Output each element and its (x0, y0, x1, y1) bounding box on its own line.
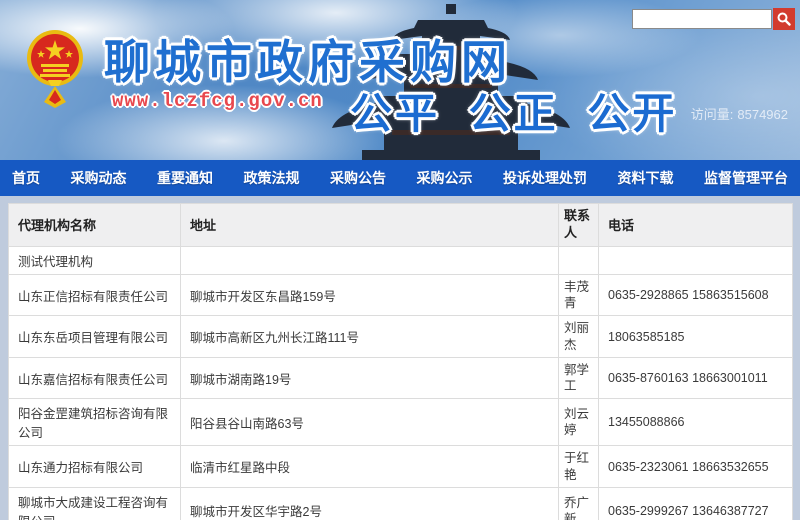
nav-item-important-notices[interactable]: 重要通知 (155, 168, 215, 188)
phone-cell: 0635-8760163 18663001011 (599, 357, 793, 399)
address-cell: 聊城市高新区九州长江路111号 (181, 316, 559, 358)
contact-cell (559, 246, 599, 274)
site-slogan: 公平 公正 公开 (350, 80, 677, 141)
nav-item-complaints[interactable]: 投诉处理处罚 (501, 168, 589, 188)
national-emblem-icon (26, 28, 84, 108)
address-cell: 聊城市开发区东昌路159号 (181, 274, 559, 316)
agency-name-cell: 山东正信招标有限责任公司 (9, 274, 181, 316)
contact-cell: 于红艳 (559, 446, 599, 488)
address-cell: 聊城市开发区华宇路2号 (181, 487, 559, 520)
nav-item-announcements[interactable]: 采购公告 (328, 168, 388, 188)
phone-cell: 0635-2999267 13646387727 (599, 487, 793, 520)
agency-name-cell: 山东通力招标有限公司 (9, 446, 181, 488)
site-url: www.lczfcg.gov.cn (112, 90, 323, 112)
table-row: 山东通力招标有限公司 临清市红星路中段 于红艳 0635-2323061 186… (9, 446, 793, 488)
contact-cell: 刘丽杰 (559, 316, 599, 358)
table-header-row: 代理机构名称 地址 联系人 电话 (9, 204, 793, 247)
visit-label: 访问量: (691, 107, 734, 122)
nav-item-supervision-platform[interactable]: 监督管理平台 (702, 168, 790, 188)
agency-table: 代理机构名称 地址 联系人 电话 测试代理机构 山东正信招标有限责任公司 聊城市… (8, 203, 793, 520)
table-row: 测试代理机构 (9, 246, 793, 274)
table-row: 聊城市大成建设工程咨询有限公司 聊城市开发区华宇路2号 乔广新 0635-299… (9, 487, 793, 520)
address-cell: 临清市红星路中段 (181, 446, 559, 488)
nav-item-downloads[interactable]: 资料下载 (616, 168, 676, 188)
contact-cell: 乔广新 (559, 487, 599, 520)
search-box (632, 8, 795, 30)
column-header-phone: 电话 (599, 204, 793, 247)
agency-name-cell: 测试代理机构 (9, 246, 181, 274)
column-header-contact: 联系人 (559, 204, 599, 247)
page: 聊城市政府采购网 www.lczfcg.gov.cn 公平 公正 公开 访问量:… (0, 0, 800, 520)
search-input[interactable] (632, 9, 772, 29)
table-row: 山东正信招标有限责任公司 聊城市开发区东昌路159号 丰茂青 0635-2928… (9, 274, 793, 316)
nav-item-procurement-news[interactable]: 采购动态 (69, 168, 129, 188)
phone-cell: 18063585185 (599, 316, 793, 358)
site-banner: 聊城市政府采购网 www.lczfcg.gov.cn 公平 公正 公开 访问量:… (0, 0, 800, 160)
nav-item-home[interactable]: 首页 (10, 168, 42, 188)
agency-name-cell: 山东东岳项目管理有限公司 (9, 316, 181, 358)
contact-cell: 丰茂青 (559, 274, 599, 316)
contact-cell: 刘云婷 (559, 399, 599, 446)
address-cell: 聊城市湖南路19号 (181, 357, 559, 399)
contact-cell: 郭学工 (559, 357, 599, 399)
table-row: 山东东岳项目管理有限公司 聊城市高新区九州长江路111号 刘丽杰 1806358… (9, 316, 793, 358)
address-cell (181, 246, 559, 274)
visit-counter: 访问量:8574962 (691, 104, 788, 123)
search-icon (777, 12, 791, 26)
nav-item-publicity[interactable]: 采购公示 (415, 168, 475, 188)
column-header-agency-name: 代理机构名称 (9, 204, 181, 247)
phone-cell: 13455088866 (599, 399, 793, 446)
content-area: 代理机构名称 地址 联系人 电话 测试代理机构 山东正信招标有限责任公司 聊城市… (0, 196, 800, 520)
address-cell: 阳谷县谷山南路63号 (181, 399, 559, 446)
main-nav: 首页 采购动态 重要通知 政策法规 采购公告 采购公示 投诉处理处罚 资料下载 … (0, 160, 800, 196)
visit-count: 8574962 (737, 107, 788, 122)
nav-item-policies[interactable]: 政策法规 (242, 168, 302, 188)
search-button[interactable] (773, 8, 795, 30)
phone-cell: 0635-2928865 15863515608 (599, 274, 793, 316)
agency-name-cell: 阳谷金罡建筑招标咨询有限公司 (9, 399, 181, 446)
column-header-address: 地址 (181, 204, 559, 247)
phone-cell (599, 246, 793, 274)
agency-name-cell: 聊城市大成建设工程咨询有限公司 (9, 487, 181, 520)
table-row: 阳谷金罡建筑招标咨询有限公司 阳谷县谷山南路63号 刘云婷 1345508886… (9, 399, 793, 446)
table-row: 山东嘉信招标有限责任公司 聊城市湖南路19号 郭学工 0635-8760163 … (9, 357, 793, 399)
phone-cell: 0635-2323061 18663532655 (599, 446, 793, 488)
agency-name-cell: 山东嘉信招标有限责任公司 (9, 357, 181, 399)
